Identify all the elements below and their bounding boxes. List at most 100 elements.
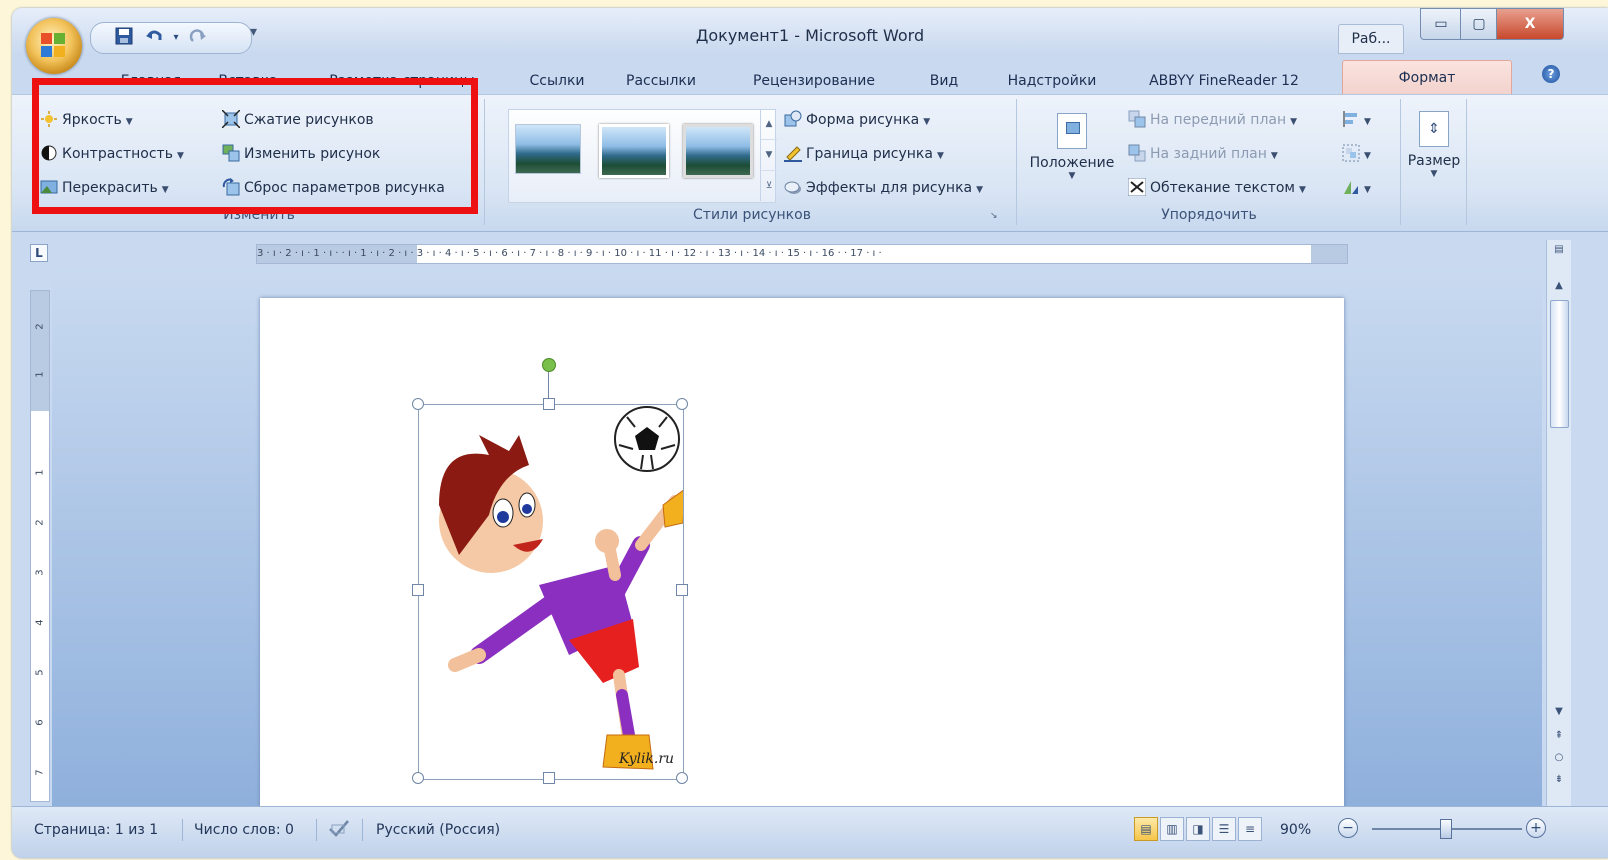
scroll-up-icon[interactable]: ▲ — [1547, 280, 1571, 291]
minimize-button[interactable]: ▭ — [1420, 8, 1462, 40]
outline-view-icon[interactable]: ☰ — [1212, 817, 1236, 841]
send-back-label: На задний план — [1150, 146, 1267, 162]
help-icon[interactable]: ? — [1542, 65, 1560, 83]
effects-icon — [784, 178, 802, 196]
picture-effects-label: Эффекты для рисунка — [806, 180, 973, 196]
tab-addins[interactable]: Надстройки — [1000, 68, 1104, 94]
group-objects-button[interactable]: ▼ — [1342, 143, 1371, 165]
ruler-mark: 5 — [34, 669, 46, 676]
group-label-styles: Стили рисунков — [693, 207, 811, 223]
rotate-button[interactable]: ▼ — [1342, 177, 1371, 199]
ruler-mark: 6 — [34, 719, 46, 726]
next-page-icon[interactable]: ⇟ — [1547, 774, 1571, 785]
ruler-margin-right — [1311, 245, 1347, 263]
picture-effects-button[interactable]: Эффекты для рисунка ▼ — [784, 177, 983, 199]
size-button[interactable]: ⇕ Размер ▼ — [1406, 105, 1462, 179]
resize-handle-s[interactable] — [543, 772, 555, 784]
ruler-mark: 2 — [34, 519, 46, 526]
tab-mailings[interactable]: Рассылки — [618, 68, 704, 94]
document-page[interactable]: Kylik.ru — [260, 298, 1344, 818]
resize-handle-n[interactable] — [543, 398, 555, 410]
position-label: Положение — [1029, 155, 1115, 171]
proofing-icon[interactable] — [328, 819, 352, 841]
horizontal-ruler[interactable]: 3 · ı · 2 · ı · 1 · ı · · ı · 1 · ı · 2 … — [256, 244, 1348, 264]
previous-page-icon[interactable]: ⇞ — [1547, 730, 1571, 741]
rotation-handle[interactable] — [542, 358, 556, 372]
document-area: Kylik.ru — [52, 266, 1542, 818]
maximize-button[interactable]: ▢ — [1460, 8, 1498, 40]
vertical-scrollbar[interactable]: ▤ ▲ ▼ ⇞ ○ ⇟ — [1546, 240, 1571, 806]
tab-view[interactable]: Вид — [918, 68, 970, 94]
view-ruler-icon[interactable]: ▤ — [1547, 244, 1571, 255]
tab-format[interactable]: Формат — [1342, 60, 1512, 95]
tab-review[interactable]: Рецензирование — [746, 68, 882, 94]
tab-abbyy[interactable]: ABBYY FineReader 12 — [1136, 68, 1312, 94]
gallery-more-icon[interactable]: ⊻ — [761, 171, 777, 201]
print-layout-view-icon[interactable]: ▤ — [1134, 817, 1158, 841]
group-icon — [1342, 144, 1360, 162]
word-window: ▾ ▾ Документ1 - Microsoft Word Раб... ▭ … — [12, 8, 1608, 858]
style-thumbnail[interactable] — [683, 124, 753, 178]
vertical-ruler[interactable]: 2 1 1 2 3 4 5 6 7 — [30, 290, 50, 802]
language-status[interactable]: Русский (Россия) — [376, 819, 500, 841]
resize-handle-nw[interactable] — [412, 398, 424, 410]
title-bar: ▾ ▾ Документ1 - Microsoft Word Раб... ▭ … — [12, 8, 1608, 56]
zoom-slider-thumb[interactable] — [1440, 819, 1452, 839]
browse-object-icon[interactable]: ○ — [1547, 752, 1571, 763]
word-count[interactable]: Число слов: 0 — [194, 819, 294, 841]
align-button[interactable]: ▼ — [1342, 109, 1371, 131]
scrollbar-thumb[interactable] — [1550, 300, 1569, 428]
resize-handle-w[interactable] — [412, 584, 424, 596]
tab-references[interactable]: Ссылки — [522, 68, 592, 94]
web-layout-icon[interactable]: ◨ — [1186, 817, 1210, 841]
picture-styles-gallery — [508, 109, 776, 203]
picture-shape-label: Форма рисунка — [806, 112, 920, 128]
chevron-down-icon: ▼ — [923, 117, 931, 127]
resize-handle-sw[interactable] — [412, 772, 424, 784]
resize-handle-ne[interactable] — [676, 398, 688, 410]
taskbar-button[interactable]: Раб... — [1338, 24, 1404, 54]
ruler-mark: 1 — [34, 469, 46, 476]
bring-front-label: На передний план — [1150, 112, 1287, 128]
status-bar: Страница: 1 из 1 Число слов: 0 Русский (… — [12, 806, 1608, 858]
watermark-logo: Kylik.ru — [619, 751, 675, 767]
ruler-mark: 4 — [34, 619, 46, 626]
gallery-down-icon[interactable]: ▼ — [761, 140, 777, 171]
zoom-in-icon[interactable]: + — [1526, 818, 1546, 838]
draft-view-icon[interactable]: ≡ — [1238, 817, 1262, 841]
chevron-down-icon: ▼ — [1364, 117, 1371, 127]
size-icon: ⇕ — [1419, 111, 1449, 147]
ruler-mark: 7 — [34, 769, 46, 776]
close-button[interactable]: X — [1496, 8, 1564, 40]
style-thumbnail[interactable] — [599, 124, 669, 178]
ruler-ticks: 3 · ı · 2 · ı · 1 · ı · · ı · 1 · ı · 2 … — [257, 248, 882, 259]
group-size: ⇕ Размер ▼ — [1402, 99, 1467, 225]
text-wrap-label: Обтекание текстом — [1150, 180, 1295, 196]
selected-picture[interactable]: Kylik.ru — [418, 404, 686, 780]
picture-border-button[interactable]: Граница рисунка ▼ — [784, 143, 944, 165]
scroll-down-icon[interactable]: ▼ — [1547, 706, 1571, 717]
rotate-icon — [1342, 178, 1360, 196]
separator — [316, 819, 317, 841]
dialog-launcher-icon[interactable]: ↘ — [990, 211, 1000, 221]
resize-handle-se[interactable] — [676, 772, 688, 784]
size-label: Размер — [1407, 153, 1461, 169]
resize-handle-e[interactable] — [676, 584, 688, 596]
zoom-level[interactable]: 90% — [1280, 819, 1311, 841]
bring-to-front-button[interactable]: На передний план ▼ — [1128, 109, 1297, 131]
position-button[interactable]: Положение ▼ — [1024, 105, 1120, 181]
chevron-down-icon: ▼ — [1364, 185, 1371, 195]
full-screen-reading-icon[interactable]: ▥ — [1160, 817, 1184, 841]
gallery-up-icon[interactable]: ▲ — [761, 109, 777, 140]
ruler-mark: 3 — [34, 569, 46, 576]
tab-selector[interactable]: L — [30, 244, 48, 262]
send-to-back-button[interactable]: На задний план ▼ — [1128, 143, 1278, 165]
chevron-down-icon: ▼ — [1068, 171, 1076, 181]
style-thumbnail[interactable] — [515, 124, 581, 174]
page-count[interactable]: Страница: 1 из 1 — [34, 819, 158, 841]
text-wrapping-button[interactable]: Обтекание текстом ▼ — [1127, 177, 1306, 199]
picture-shape-button[interactable]: Форма рисунка ▼ — [784, 109, 930, 131]
zoom-out-icon[interactable]: − — [1338, 818, 1358, 838]
bring-front-icon — [1128, 110, 1146, 128]
office-button[interactable] — [26, 18, 82, 74]
